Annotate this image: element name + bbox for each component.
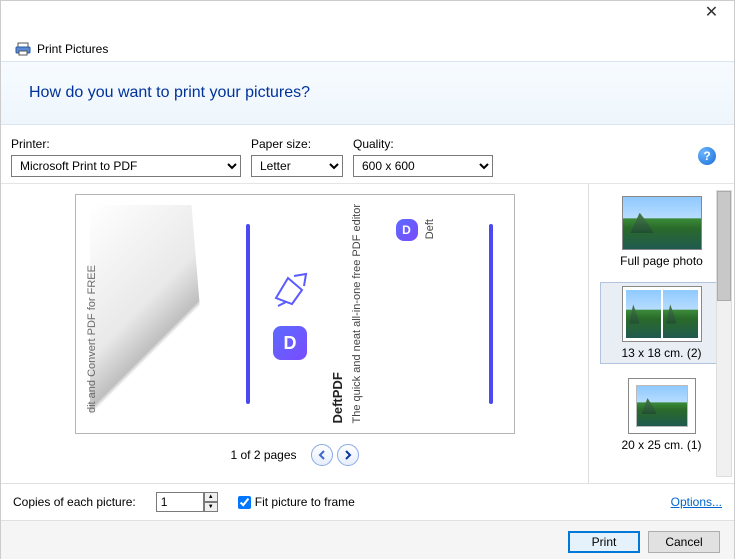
fit-frame-control[interactable]: Fit picture to frame [238, 495, 355, 509]
layout-label: Full page photo [604, 254, 720, 268]
doodle-icon [268, 268, 312, 312]
printer-icon [15, 41, 31, 57]
paper-size-label: Paper size: [251, 137, 343, 151]
layout-13x18[interactable]: 13 x 18 cm. (2) [600, 282, 724, 364]
preview-page: dit and Convert PDF for FREE D Deft D De… [75, 194, 515, 434]
options-link[interactable]: Options... [671, 495, 722, 509]
preview-left-image: dit and Convert PDF for FREE [76, 195, 226, 433]
preview-pane: dit and Convert PDF for FREE D Deft D De… [1, 184, 588, 483]
separator-bar-right [489, 224, 493, 404]
action-row: Print Cancel [1, 520, 734, 559]
heading-band: How do you want to print your pictures? [1, 61, 734, 125]
copies-input[interactable] [156, 492, 204, 512]
brand-tagline: The quick and neat all-in-one free PDF e… [351, 204, 363, 424]
pager-text: 1 of 2 pages [230, 448, 296, 462]
paper-size-select[interactable]: Letter [251, 155, 343, 177]
layout-full-page[interactable]: Full page photo [600, 192, 724, 272]
brand-text: DeftPDF [330, 204, 345, 424]
paper-size-control: Paper size: Letter [251, 137, 343, 177]
dialog-title: Print Pictures [37, 42, 108, 56]
fit-frame-checkbox[interactable] [238, 496, 251, 509]
help-icon[interactable]: ? [698, 147, 716, 165]
fit-frame-label: Fit picture to frame [255, 495, 355, 509]
layout-label: 20 x 25 cm. (1) [604, 438, 720, 452]
printer-label: Printer: [11, 137, 241, 151]
copies-down-button[interactable]: ▼ [204, 502, 218, 512]
next-page-button[interactable] [337, 444, 359, 466]
printer-select[interactable]: Microsoft Print to PDF [11, 155, 241, 177]
print-options-row: Printer: Microsoft Print to PDF Paper si… [1, 125, 734, 183]
cancel-button[interactable]: Cancel [648, 531, 720, 553]
print-pictures-dialog: ✕ Print Pictures How do you want to prin… [0, 0, 735, 559]
preview-right-image: D Deft D DeftPDF The quick and neat all-… [226, 195, 514, 433]
brand-badge-icon: D [273, 326, 307, 360]
printer-control: Printer: Microsoft Print to PDF [11, 137, 241, 177]
titlebar: ✕ [1, 1, 734, 33]
layouts-pane: Full page photo 13 x 18 cm. (2) 20 x 25 … [588, 184, 734, 483]
copies-label: Copies of each picture: [13, 495, 136, 509]
brand-badge-small: D [396, 219, 418, 241]
preview-curl-text: dit and Convert PDF for FREE [86, 265, 98, 413]
brand-small-text: Deft [424, 219, 436, 239]
main-heading: How do you want to print your pictures? [29, 84, 706, 102]
quality-control: Quality: 600 x 600 [353, 137, 493, 177]
quality-select[interactable]: 600 x 600 [353, 155, 493, 177]
prev-page-button[interactable] [311, 444, 333, 466]
close-button[interactable]: ✕ [689, 1, 734, 29]
print-button[interactable]: Print [568, 531, 640, 553]
quality-label: Quality: [353, 137, 493, 151]
copies-up-button[interactable]: ▲ [204, 492, 218, 502]
separator-bar [246, 224, 250, 404]
layout-20x25[interactable]: 20 x 25 cm. (1) [600, 374, 724, 456]
copies-spinner: ▲ ▼ [156, 492, 218, 512]
layout-label: 13 x 18 cm. (2) [604, 346, 720, 360]
main-area: dit and Convert PDF for FREE D Deft D De… [1, 183, 734, 483]
bottom-options-row: Copies of each picture: ▲ ▼ Fit picture … [1, 483, 734, 520]
layouts-scrollbar[interactable] [716, 190, 732, 477]
dialog-header: Print Pictures [1, 33, 734, 61]
pager: 1 of 2 pages [230, 434, 358, 476]
